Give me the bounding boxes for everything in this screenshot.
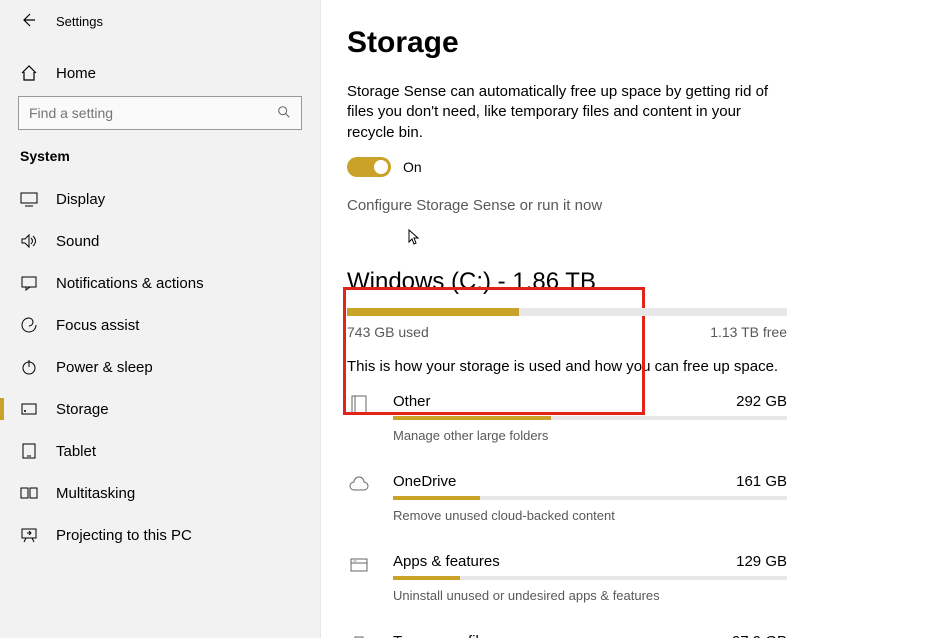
nav-list: Display Sound Notifications & actions Fo… xyxy=(0,178,320,556)
search-input[interactable] xyxy=(18,96,302,130)
drive-title: Windows (C:) - 1.86 TB xyxy=(347,268,890,296)
trash-icon xyxy=(347,633,371,638)
drive-used-label: 743 GB used xyxy=(347,324,429,340)
category-size: 292 GB xyxy=(736,393,787,410)
category-hint: Uninstall unused or undesired apps & fea… xyxy=(393,588,787,603)
power-icon xyxy=(20,358,38,376)
nav-label: Projecting to this PC xyxy=(56,527,192,544)
nav-label: Notifications & actions xyxy=(56,275,204,292)
notifications-icon xyxy=(20,274,38,292)
cursor-icon xyxy=(403,229,421,247)
category-size: 97.9 GB xyxy=(732,633,787,638)
nav-label: Sound xyxy=(56,233,99,250)
scrollbar[interactable] xyxy=(320,200,321,480)
cloud-icon xyxy=(347,473,371,497)
other-icon xyxy=(347,393,371,417)
category-apps[interactable]: Apps & features 129 GB Uninstall unused o… xyxy=(347,553,787,603)
category-name: Apps & features xyxy=(393,553,500,570)
apps-icon xyxy=(347,553,371,577)
configure-link[interactable]: Configure Storage Sense or run it now xyxy=(347,197,890,214)
category-name: Temporary files xyxy=(393,633,495,638)
nav-label: Tablet xyxy=(56,443,96,460)
category-name: OneDrive xyxy=(393,473,456,490)
drive-usage-fill xyxy=(347,308,519,316)
nav-projecting[interactable]: Projecting to this PC xyxy=(0,514,320,556)
projecting-icon xyxy=(20,526,38,544)
nav-power[interactable]: Power & sleep xyxy=(0,346,320,388)
nav-label: Storage xyxy=(56,401,109,418)
toggle-state-label: On xyxy=(403,159,422,175)
page-title: Storage xyxy=(347,26,890,60)
storage-sense-description: Storage Sense can automatically free up … xyxy=(347,82,787,143)
nav-label: Power & sleep xyxy=(56,359,153,376)
home-label: Home xyxy=(56,65,96,82)
nav-multitasking[interactable]: Multitasking xyxy=(0,472,320,514)
nav-storage[interactable]: Storage xyxy=(0,388,320,430)
nav-focus-assist[interactable]: Focus assist xyxy=(0,304,320,346)
storage-sense-toggle[interactable] xyxy=(347,157,391,177)
search-field[interactable] xyxy=(29,105,277,121)
back-icon[interactable] xyxy=(20,12,38,30)
home-icon xyxy=(20,64,38,82)
nav-label: Multitasking xyxy=(56,485,135,502)
storage-icon xyxy=(20,400,38,418)
category-hint: Remove unused cloud-backed content xyxy=(393,508,787,523)
nav-tablet[interactable]: Tablet xyxy=(0,430,320,472)
nav-sound[interactable]: Sound xyxy=(0,220,320,262)
section-title: System xyxy=(0,130,320,174)
search-icon xyxy=(277,105,291,122)
sidebar: Settings Home System Display Sound xyxy=(0,0,320,638)
category-name: Other xyxy=(393,393,431,410)
display-icon xyxy=(20,190,38,208)
category-hint: Manage other large folders xyxy=(393,428,787,443)
usage-description: This is how your storage is used and how… xyxy=(347,358,890,375)
category-size: 161 GB xyxy=(736,473,787,490)
drive-usage-bar xyxy=(347,308,787,316)
main-content: Storage Storage Sense can automatically … xyxy=(320,0,930,638)
category-size: 129 GB xyxy=(736,553,787,570)
category-onedrive[interactable]: OneDrive 161 GB Remove unused cloud-backe… xyxy=(347,473,787,523)
focus-icon xyxy=(20,316,38,334)
home-button[interactable]: Home xyxy=(0,52,320,96)
multitasking-icon xyxy=(20,484,38,502)
nav-label: Focus assist xyxy=(56,317,139,334)
category-temp[interactable]: Temporary files97.9 GB Choose which temp… xyxy=(347,633,787,638)
category-other[interactable]: Other 292 GB Manage other large folders xyxy=(347,393,787,443)
nav-notifications[interactable]: Notifications & actions xyxy=(0,262,320,304)
app-title: Settings xyxy=(56,14,103,29)
drive-free-label: 1.13 TB free xyxy=(710,324,787,340)
nav-display[interactable]: Display xyxy=(0,178,320,220)
tablet-icon xyxy=(20,442,38,460)
sound-icon xyxy=(20,232,38,250)
nav-label: Display xyxy=(56,191,105,208)
